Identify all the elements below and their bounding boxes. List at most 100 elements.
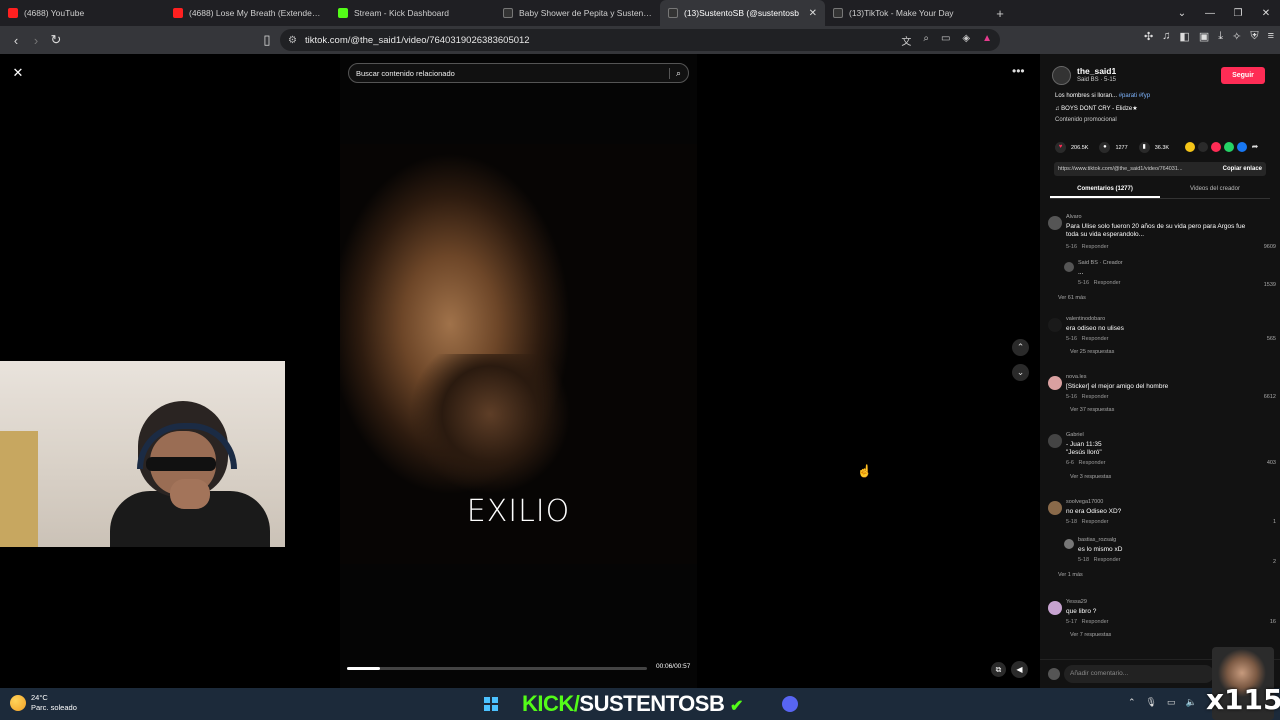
vpn-icon[interactable]: ⛨ bbox=[1250, 30, 1258, 43]
follow-button[interactable]: Seguir bbox=[1221, 67, 1265, 84]
discord-icon[interactable] bbox=[782, 696, 798, 712]
translate-icon[interactable]: 文 bbox=[901, 33, 911, 48]
code-icon[interactable] bbox=[1198, 142, 1208, 152]
related-search-input[interactable]: Buscar contenido relacionado ⌕ bbox=[348, 63, 689, 83]
reply-button[interactable]: Responder bbox=[1082, 619, 1109, 625]
bookmark-icon[interactable]: ▯ bbox=[257, 32, 277, 48]
reply-button[interactable]: Responder bbox=[1079, 460, 1106, 466]
hashtags[interactable]: #parati #fyp bbox=[1119, 93, 1150, 99]
maximize-button[interactable]: ❐ bbox=[1224, 8, 1252, 19]
comment-likes[interactable]: 9609 bbox=[1264, 244, 1276, 250]
minimize-button[interactable]: — bbox=[1196, 8, 1224, 19]
reply-button[interactable]: Responder bbox=[1082, 244, 1109, 250]
view-replies-link[interactable]: Ver 37 respuestas bbox=[1070, 407, 1114, 413]
comment-likes[interactable]: 403 bbox=[1267, 460, 1276, 466]
avatar[interactable] bbox=[1048, 216, 1062, 230]
new-tab-button[interactable]: + bbox=[990, 6, 1010, 21]
address-bar[interactable]: ⚙ tiktok.com/@the_said1/video/7640319026… bbox=[280, 29, 1000, 51]
add-comment-input[interactable]: Añadir comentario... bbox=[1064, 665, 1214, 683]
music-icon[interactable]: ♫ bbox=[1162, 30, 1170, 43]
video-player[interactable]: EXILIO Buscar contenido relacionado ⌕ 00… bbox=[340, 54, 697, 688]
cast-icon[interactable]: ▭ bbox=[941, 33, 950, 48]
comment-likes[interactable]: 1539 bbox=[1264, 282, 1276, 288]
menu-icon[interactable]: ≡ bbox=[1268, 30, 1274, 43]
comment-user[interactable]: bastias_rozsalg bbox=[1078, 537, 1116, 543]
comment-user[interactable]: Said BS · Creador bbox=[1078, 260, 1123, 266]
chevron-up-icon[interactable]: ⌃ bbox=[1128, 697, 1136, 708]
tab-comments[interactable]: Comentarios (1277) bbox=[1050, 182, 1160, 198]
tab-tiktok[interactable]: (13)TikTok - Make Your Day bbox=[825, 0, 990, 26]
tab-youtube[interactable]: (4688) YouTube bbox=[0, 0, 165, 26]
sparkle-icon[interactable]: ✧ bbox=[1232, 30, 1241, 43]
back-button[interactable]: ‹ bbox=[6, 33, 26, 48]
avatar[interactable] bbox=[1064, 539, 1074, 549]
weather-widget[interactable]: 24°C Parc. soleado bbox=[10, 693, 77, 713]
previous-video-button[interactable]: ⌃ bbox=[1012, 339, 1029, 356]
avatar[interactable] bbox=[1064, 262, 1074, 272]
video-link-box[interactable]: https://www.tiktok.com/@the_said1/video/… bbox=[1054, 162, 1266, 176]
bookmark-icon[interactable]: ▮ bbox=[1138, 142, 1150, 153]
comment-likes[interactable]: 1 bbox=[1273, 519, 1276, 525]
reply-button[interactable]: Responder bbox=[1094, 280, 1121, 286]
forward-button[interactable]: › bbox=[26, 33, 46, 48]
friends-icon[interactable] bbox=[1211, 142, 1221, 152]
embed-icon[interactable] bbox=[1185, 142, 1195, 152]
tab-creator-videos[interactable]: Videos del creador bbox=[1160, 182, 1270, 198]
tab-sustentosb[interactable]: (13)SustentoSB (@sustentosb ✕ bbox=[660, 0, 825, 26]
tab-lose-my-breath[interactable]: (4688) Lose My Breath (Extended Mix bbox=[165, 0, 330, 26]
comment-user[interactable]: Yessa29 bbox=[1066, 599, 1087, 605]
comment-likes[interactable]: 6612 bbox=[1264, 394, 1276, 400]
share-arrow-icon[interactable]: ➦ bbox=[1250, 142, 1260, 152]
view-replies-link[interactable]: Ver 25 respuestas bbox=[1070, 349, 1114, 355]
avatar[interactable] bbox=[1048, 501, 1062, 515]
download-icon[interactable]: ⤓ bbox=[1218, 30, 1223, 43]
view-replies-link[interactable]: Ver 3 respuestas bbox=[1070, 474, 1111, 480]
captions-icon[interactable]: ⧉ bbox=[991, 662, 1006, 677]
song-link[interactable]: ♫ BOYS DONT CRY - Elidze★ bbox=[1055, 105, 1138, 112]
close-window-button[interactable]: ✕ bbox=[1252, 8, 1280, 19]
site-info-icon[interactable]: ⚙ bbox=[288, 35, 297, 46]
comment-user[interactable]: Gabriel bbox=[1066, 432, 1084, 438]
next-video-button[interactable]: ⌄ bbox=[1012, 364, 1029, 381]
comment-icon[interactable]: ● bbox=[1099, 142, 1111, 153]
search-icon[interactable]: ⌕ bbox=[668, 67, 681, 79]
more-options-icon[interactable]: ••• bbox=[1012, 64, 1025, 78]
speaker-icon[interactable]: 🔈 bbox=[1186, 697, 1197, 708]
close-icon[interactable]: ✕ bbox=[10, 65, 26, 81]
comment-user[interactable]: nova.les bbox=[1066, 374, 1087, 380]
view-replies-link[interactable]: Ver 7 respuestas bbox=[1070, 632, 1111, 638]
comment-user[interactable]: valentinodobaro bbox=[1066, 316, 1105, 322]
avatar[interactable] bbox=[1048, 434, 1062, 448]
puzzle-icon[interactable]: ✣ bbox=[1144, 30, 1153, 43]
copy-link-button[interactable]: Copiar enlace bbox=[1223, 166, 1262, 172]
reply-button[interactable]: Responder bbox=[1082, 519, 1109, 525]
view-more-link[interactable]: Ver 1 más bbox=[1058, 572, 1083, 578]
reply-button[interactable]: Responder bbox=[1082, 336, 1109, 342]
reload-button[interactable]: ↻ bbox=[46, 32, 66, 48]
triangle-icon[interactable]: ▲ bbox=[982, 33, 992, 48]
tab-kick-dashboard[interactable]: Stream - Kick Dashboard bbox=[330, 0, 495, 26]
reply-button[interactable]: Responder bbox=[1094, 557, 1121, 563]
comment-user[interactable]: Alvaro bbox=[1066, 214, 1082, 220]
volume-icon[interactable]: ◀ bbox=[1011, 661, 1028, 678]
whatsapp-icon[interactable] bbox=[1224, 142, 1234, 152]
heart-icon[interactable]: ♥ bbox=[1055, 142, 1066, 153]
avatar[interactable] bbox=[1048, 601, 1062, 615]
shield-icon[interactable]: ◈ bbox=[962, 33, 970, 48]
wallet-icon[interactable]: ▣ bbox=[1199, 30, 1209, 43]
zoom-icon[interactable]: ⌕ bbox=[923, 33, 929, 48]
windows-start-icon[interactable] bbox=[484, 697, 498, 711]
tab-search-icon[interactable]: ⌄ bbox=[1168, 8, 1196, 19]
comment-likes[interactable]: 565 bbox=[1267, 336, 1276, 342]
avatar[interactable] bbox=[1048, 376, 1062, 390]
comment-user[interactable]: soolvega17000 bbox=[1066, 499, 1103, 505]
tab-baby-shower[interactable]: Baby Shower de Pepita y Sustento: M bbox=[495, 0, 660, 26]
creator-username[interactable]: the_said1 bbox=[1077, 66, 1116, 76]
view-more-link[interactable]: Ver 61 más bbox=[1058, 295, 1086, 301]
comment-likes[interactable]: 2 bbox=[1273, 559, 1276, 565]
facebook-icon[interactable] bbox=[1237, 142, 1247, 152]
close-tab-icon[interactable]: ✕ bbox=[809, 8, 817, 19]
comment-likes[interactable]: 16 bbox=[1270, 619, 1276, 625]
microphone-icon[interactable]: 🎙 bbox=[1146, 697, 1157, 708]
creator-avatar[interactable] bbox=[1052, 66, 1071, 85]
